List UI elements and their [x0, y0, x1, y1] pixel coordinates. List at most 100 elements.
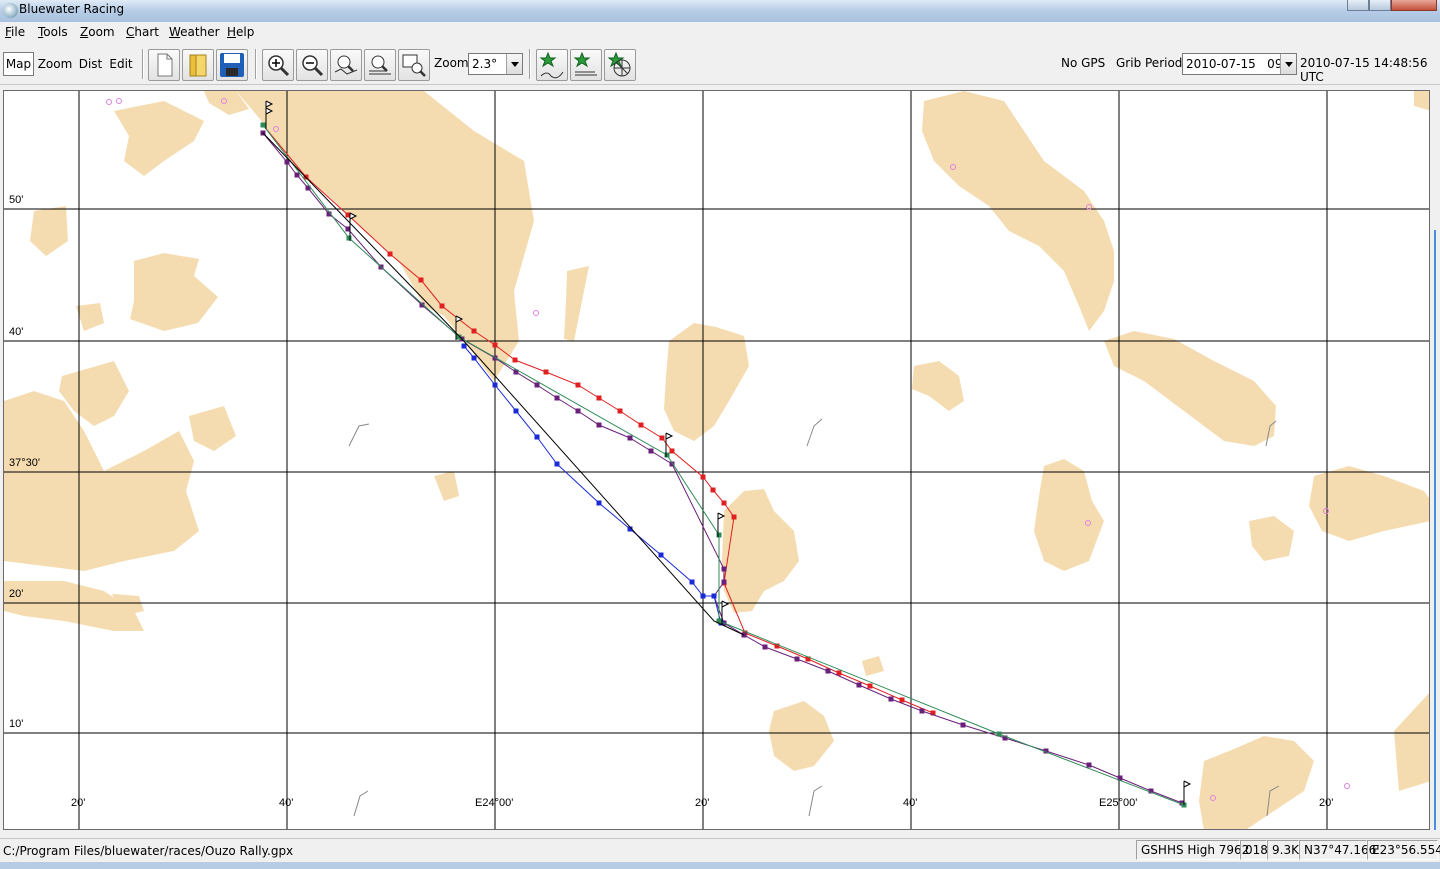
route-green-point[interactable]: [260, 122, 266, 128]
route-purple-point[interactable]: [721, 566, 727, 572]
route-red-point[interactable]: [512, 357, 518, 363]
route-green-point[interactable]: [716, 532, 722, 538]
route-green-point[interactable]: [996, 731, 1002, 737]
zoom-out-button[interactable]: [296, 49, 328, 81]
route-blue-point[interactable]: [700, 593, 706, 599]
new-file-button[interactable]: [148, 49, 180, 81]
route-star-button[interactable]: [536, 49, 568, 81]
route-blue-point[interactable]: [471, 355, 477, 361]
route-red-point[interactable]: [721, 500, 727, 506]
route-purple-point[interactable]: [1086, 762, 1092, 768]
route-red-point[interactable]: [638, 422, 644, 428]
route-purple-point[interactable]: [888, 696, 894, 702]
edit-mode-button[interactable]: Edit: [106, 52, 136, 76]
route-red-point[interactable]: [387, 251, 393, 257]
zoom-select[interactable]: 2.3°: [468, 53, 523, 75]
route-purple-point[interactable]: [294, 172, 300, 178]
route-purple-point[interactable]: [825, 668, 831, 674]
zoom-mode-button[interactable]: Zoom: [36, 52, 74, 76]
zoom-select-value: 2.3°: [472, 57, 498, 71]
route-red-point[interactable]: [492, 342, 498, 348]
save-file-button[interactable]: [216, 49, 248, 81]
track-star-button[interactable]: [570, 49, 602, 81]
route-red-point[interactable]: [731, 514, 737, 520]
window-edge: [1434, 230, 1436, 830]
status-bar: C:/Program Files/bluewater/races/Ouzo Ra…: [0, 838, 1440, 862]
route-green-point[interactable]: [664, 452, 670, 458]
route-purple-point[interactable]: [554, 395, 560, 401]
dist-mode-button[interactable]: Dist: [77, 52, 104, 76]
coastline-status: GSHHS High 7962: [1136, 840, 1249, 860]
route-purple-point[interactable]: [762, 644, 768, 650]
menu-zoom[interactable]: Zoom: [80, 25, 115, 39]
route-red-point[interactable]: [867, 683, 873, 689]
route-red-point[interactable]: [700, 474, 706, 480]
land-w-small: [76, 303, 104, 331]
route-green-point[interactable]: [346, 235, 352, 241]
chevron-down-icon[interactable]: [506, 54, 522, 74]
zoom-route-button[interactable]: [330, 49, 362, 81]
zoom-in-button[interactable]: [262, 49, 294, 81]
open-folder-icon: [189, 54, 207, 77]
app-globe-icon: [3, 3, 18, 18]
route-red-point[interactable]: [617, 408, 623, 414]
menu-weather[interactable]: Weather: [169, 25, 220, 39]
open-file-button[interactable]: [182, 49, 214, 81]
route-blue-point[interactable]: [513, 408, 519, 414]
route-red-point[interactable]: [659, 435, 665, 441]
route-blue-point[interactable]: [658, 552, 664, 558]
wind-barb-icon: [806, 418, 823, 447]
route-purple-point[interactable]: [721, 579, 727, 585]
lon-label: 40': [279, 797, 293, 809]
route-blue-point[interactable]: [689, 579, 695, 585]
route-purple-point[interactable]: [919, 708, 925, 714]
zoom-route-icon: [334, 55, 358, 75]
zoom-window-button[interactable]: [398, 49, 430, 81]
route-purple-point[interactable]: [648, 448, 654, 454]
menu-chart[interactable]: Chart: [126, 25, 159, 39]
menu-tools[interactable]: Tools: [38, 25, 68, 39]
toolbar-separator: [255, 49, 257, 79]
route-blue-point[interactable]: [711, 593, 717, 599]
chart-map[interactable]: 50' 40' 37°30' 20' 10' 20' 40' E24°00' 2…: [3, 90, 1430, 830]
map-mode-button[interactable]: Map: [3, 52, 34, 76]
polar-star-button[interactable]: [604, 49, 636, 81]
route-red-point[interactable]: [471, 328, 477, 334]
chevron-down-icon[interactable]: [1280, 54, 1296, 74]
route-purple-point[interactable]: [856, 682, 862, 688]
route-purple-point[interactable]: [627, 435, 633, 441]
star-polar-icon: [607, 51, 631, 77]
minimize-button[interactable]: [1347, 0, 1369, 11]
route-purple-point[interactable]: [534, 382, 540, 388]
lat-label: 40': [9, 326, 23, 338]
route-red-point[interactable]: [418, 277, 424, 283]
route-blue-point[interactable]: [534, 434, 540, 440]
route-purple-point[interactable]: [960, 722, 966, 728]
menu-help[interactable]: Help: [227, 25, 254, 39]
menu-file[interactable]: File: [5, 25, 25, 39]
toolbar-separator: [142, 49, 144, 79]
grib-period-select[interactable]: 2010-07-15 09 Z: [1182, 53, 1297, 75]
route-blue-point[interactable]: [461, 343, 467, 349]
chart-canvas[interactable]: 50' 40' 37°30' 20' 10' 20' 40' E24°00' 2…: [4, 91, 1430, 830]
zoom-track-button[interactable]: [364, 49, 396, 81]
zoom-track-icon: [369, 55, 391, 75]
route-red-point[interactable]: [899, 697, 905, 703]
route-blue-point[interactable]: [554, 461, 560, 467]
close-button[interactable]: [1391, 0, 1437, 11]
route-red-point[interactable]: [575, 382, 581, 388]
route-blue-point[interactable]: [492, 382, 498, 388]
wind-barb-icon: [348, 423, 370, 447]
route-red-point[interactable]: [710, 487, 716, 493]
route-red-point[interactable]: [596, 395, 602, 401]
maximize-button[interactable]: [1369, 0, 1391, 11]
route-purple-point[interactable]: [596, 422, 602, 428]
route-blue-point[interactable]: [596, 500, 602, 506]
route-red-point[interactable]: [439, 303, 445, 309]
route-red-point[interactable]: [669, 448, 675, 454]
lon-label: 40': [903, 797, 917, 809]
route-purple-point[interactable]: [794, 656, 800, 662]
route-red-point[interactable]: [543, 369, 549, 375]
route-purple-point[interactable]: [575, 408, 581, 414]
grid-lines: [4, 91, 1429, 829]
